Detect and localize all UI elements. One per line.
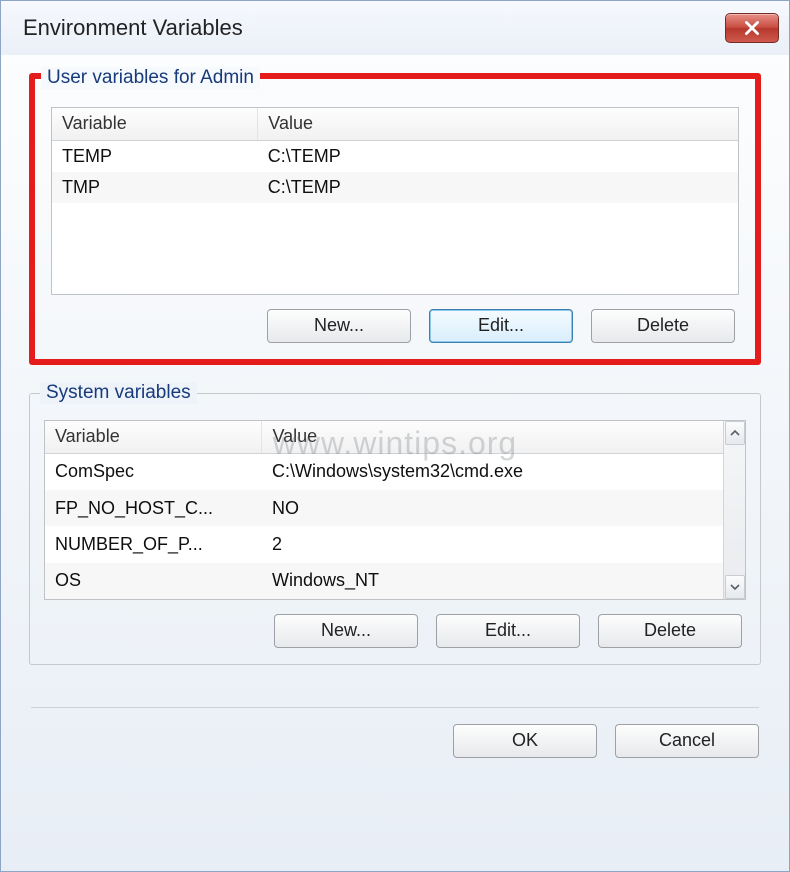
dialog-footer: OK Cancel xyxy=(1,720,789,768)
user-edit-button[interactable]: Edit... xyxy=(429,309,573,343)
sys-col-variable[interactable]: Variable xyxy=(45,421,262,453)
environment-variables-dialog: Environment Variables User variables for… xyxy=(0,0,790,872)
user-variables-table[interactable]: Variable Value TEMP C:\TEMP TMP C:\TEMP xyxy=(51,107,739,295)
table-row[interactable]: NUMBER_OF_P... 2 xyxy=(45,526,723,562)
sys-var-name: OS xyxy=(45,563,262,599)
table-row[interactable]: ComSpec C:\Windows\system32\cmd.exe xyxy=(45,453,723,490)
table-row[interactable]: OS Windows_NT xyxy=(45,563,723,599)
user-col-value[interactable]: Value xyxy=(258,108,738,140)
user-new-button[interactable]: New... xyxy=(267,309,411,343)
user-var-name: TMP xyxy=(52,172,258,203)
user-var-value: C:\TEMP xyxy=(258,140,738,172)
scroll-up-button[interactable] xyxy=(725,421,745,445)
sys-col-value[interactable]: Value xyxy=(262,421,723,453)
chevron-down-icon xyxy=(730,582,740,592)
sys-var-value: 2 xyxy=(262,526,723,562)
titlebar: Environment Variables xyxy=(1,1,789,55)
system-variables-group: System variables Variable Value ComSpec … xyxy=(29,393,761,665)
vertical-scrollbar[interactable] xyxy=(723,421,745,599)
sys-var-value: C:\Windows\system32\cmd.exe xyxy=(262,453,723,490)
divider xyxy=(31,707,759,708)
cancel-button[interactable]: Cancel xyxy=(615,724,759,758)
user-delete-button[interactable]: Delete xyxy=(591,309,735,343)
close-button[interactable] xyxy=(725,13,779,43)
user-var-name: TEMP xyxy=(52,140,258,172)
chevron-up-icon xyxy=(730,428,740,438)
sys-var-name: ComSpec xyxy=(45,453,262,490)
user-variables-highlight: User variables for Admin Variable Value … xyxy=(29,73,761,365)
user-col-variable[interactable]: Variable xyxy=(52,108,258,140)
sys-var-value: NO xyxy=(262,490,723,526)
sys-edit-button[interactable]: Edit... xyxy=(436,614,580,648)
sys-var-name: FP_NO_HOST_C... xyxy=(45,490,262,526)
system-variables-group-title: System variables xyxy=(40,382,197,404)
table-row[interactable]: TEMP C:\TEMP xyxy=(52,140,738,172)
sys-new-button[interactable]: New... xyxy=(274,614,418,648)
user-variables-group-title: User variables for Admin xyxy=(41,67,260,89)
sys-var-value: Windows_NT xyxy=(262,563,723,599)
scroll-down-button[interactable] xyxy=(725,575,745,599)
table-row[interactable]: FP_NO_HOST_C... NO xyxy=(45,490,723,526)
system-variables-table[interactable]: Variable Value ComSpec C:\Windows\system… xyxy=(44,420,746,600)
ok-button[interactable]: OK xyxy=(453,724,597,758)
system-variables-buttons: New... Edit... Delete xyxy=(44,612,746,650)
sys-delete-button[interactable]: Delete xyxy=(598,614,742,648)
dialog-title: Environment Variables xyxy=(23,15,243,41)
close-icon xyxy=(743,19,761,37)
sys-var-name: NUMBER_OF_P... xyxy=(45,526,262,562)
user-var-value: C:\TEMP xyxy=(258,172,738,203)
user-variables-buttons: New... Edit... Delete xyxy=(51,307,739,345)
table-row[interactable]: TMP C:\TEMP xyxy=(52,172,738,203)
dialog-content: User variables for Admin Variable Value … xyxy=(1,55,789,689)
